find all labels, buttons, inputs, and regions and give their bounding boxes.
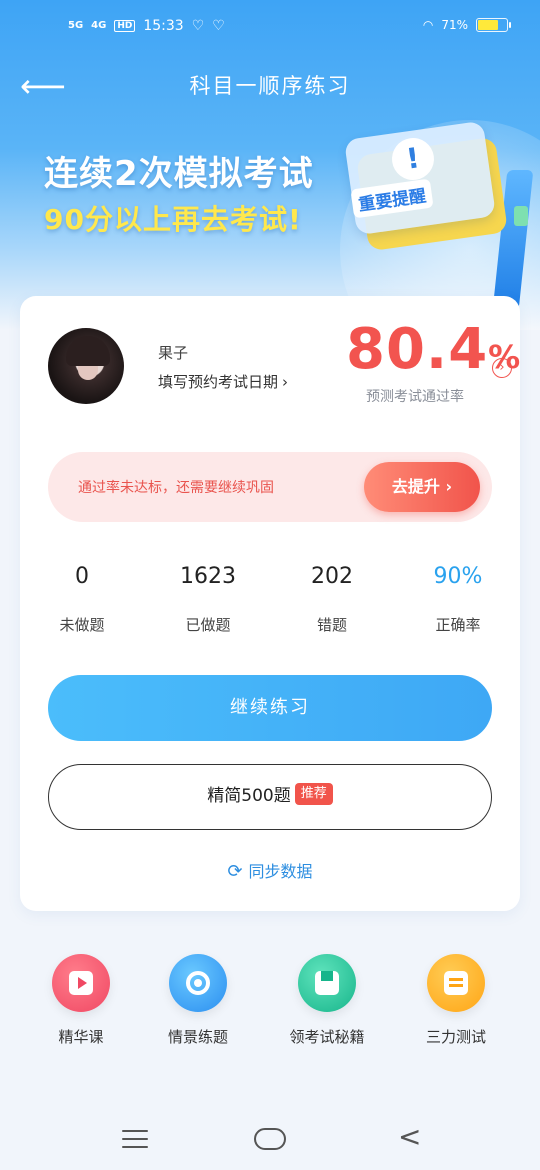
video-icon xyxy=(52,954,110,1012)
stat-value: 1623 xyxy=(180,564,236,589)
practice-summary-card: 果子 填写预约考试日期 › 80.4% › 预测考试通过率 通过率未达标，还需要继… xyxy=(20,296,520,911)
shield-icon: ♡ xyxy=(191,18,205,34)
battery-icon xyxy=(476,18,511,32)
user-name: 果子 xyxy=(158,344,189,362)
battery-fill xyxy=(478,20,498,30)
menu-icon[interactable] xyxy=(122,1130,148,1148)
simplified-500-button[interactable]: 精简500题 推荐 xyxy=(48,764,492,830)
quick-item-guide[interactable]: 领考试秘籍 xyxy=(267,954,387,1047)
document-icon xyxy=(427,954,485,1012)
quick-label: 领考试秘籍 xyxy=(289,1028,365,1046)
stat-accuracy[interactable]: 90% 正确率 xyxy=(398,562,518,635)
stat-label: 未做题 xyxy=(59,616,105,634)
pass-rate-number: 80.4 xyxy=(346,317,489,382)
continue-practice-button[interactable]: 继续练习 xyxy=(48,675,492,741)
exam-date-link[interactable]: 填写预约考试日期 › xyxy=(158,371,288,392)
status-right: ◠ 71% xyxy=(422,18,511,32)
quick-functions: 精华课 情景练题 领考试秘籍 三力测试 xyxy=(0,954,540,1054)
improve-button[interactable]: 去提升 › xyxy=(364,462,480,512)
avatar[interactable] xyxy=(48,328,124,404)
sync-icon: ⟳ xyxy=(227,861,243,882)
back-icon[interactable]: < xyxy=(398,1122,428,1152)
book-icon xyxy=(298,954,356,1012)
signal-5g-icon: 5G xyxy=(68,20,84,31)
reminder-illustration: ! 重要提醒 xyxy=(340,110,540,310)
stat-value: 90% xyxy=(433,564,483,589)
status-left: 5G 4G HD 15:33 ♡ ♡ xyxy=(68,18,225,34)
improve-notice: 通过率未达标，还需要继续巩固 去提升 › xyxy=(48,452,492,522)
pass-rate-value[interactable]: 80.4% xyxy=(346,318,521,389)
pass-rate-label: 预测考试通过率 xyxy=(366,389,464,405)
quick-item-scenario[interactable]: 情景练题 xyxy=(138,954,258,1047)
banner-headline: 连续2次模拟考试 xyxy=(44,154,314,194)
sync-data-link[interactable]: ⟳ 同步数据 xyxy=(20,858,520,882)
quick-label: 三力测试 xyxy=(425,1028,486,1046)
video-glyph xyxy=(69,971,93,995)
quick-label: 精华课 xyxy=(58,1028,104,1046)
simplified-label: 精简500题 xyxy=(207,786,291,806)
improve-message: 通过率未达标，还需要继续巩固 xyxy=(78,480,274,496)
stat-label: 已做题 xyxy=(185,616,231,634)
stat-label: 错题 xyxy=(316,616,347,634)
sync-label: 同步数据 xyxy=(248,862,313,881)
document-glyph xyxy=(444,971,468,995)
banner-subline: 90分以上再去考试! xyxy=(44,203,302,236)
chevron-right-circle-icon[interactable]: › xyxy=(492,358,512,378)
stat-value: 202 xyxy=(311,564,353,589)
page-title: 科目一顺序练习 xyxy=(189,74,351,98)
quick-item-three-skills[interactable]: 三力测试 xyxy=(396,954,516,1047)
steering-wheel-icon xyxy=(169,954,227,1012)
book-glyph xyxy=(315,971,339,995)
quick-label: 情景练题 xyxy=(167,1028,228,1046)
hd-icon: HD xyxy=(114,20,136,32)
signal-4g-icon: 4G xyxy=(91,20,107,31)
recommend-badge: 推荐 xyxy=(294,783,333,805)
stats-row: 0 未做题 1623 已做题 202 错题 90% 正确率 xyxy=(20,562,520,642)
stat-value: 0 xyxy=(75,564,89,589)
status-bar: 5G 4G HD 15:33 ♡ ♡ ◠ 71% xyxy=(0,0,540,58)
stat-wrong[interactable]: 202 错题 xyxy=(272,562,392,635)
stat-answered[interactable]: 1623 已做题 xyxy=(148,562,268,635)
stat-unanswered[interactable]: 0 未做题 xyxy=(22,562,142,635)
exam-date-label: 填写预约考试日期 xyxy=(158,373,279,391)
illustration-clip xyxy=(514,206,528,226)
system-navigation-bar: < xyxy=(0,1110,540,1170)
steering-glyph xyxy=(186,971,210,995)
status-time: 15:33 xyxy=(143,18,184,34)
shield-icon-2: ♡ xyxy=(212,18,225,34)
battery-percent: 71% xyxy=(441,18,468,32)
home-icon[interactable] xyxy=(254,1128,286,1150)
wifi-icon: ◠ xyxy=(422,18,434,32)
quick-item-courses[interactable]: 精华课 xyxy=(21,954,141,1047)
stat-label: 正确率 xyxy=(435,616,481,634)
chevron-right-icon: › xyxy=(282,373,289,391)
